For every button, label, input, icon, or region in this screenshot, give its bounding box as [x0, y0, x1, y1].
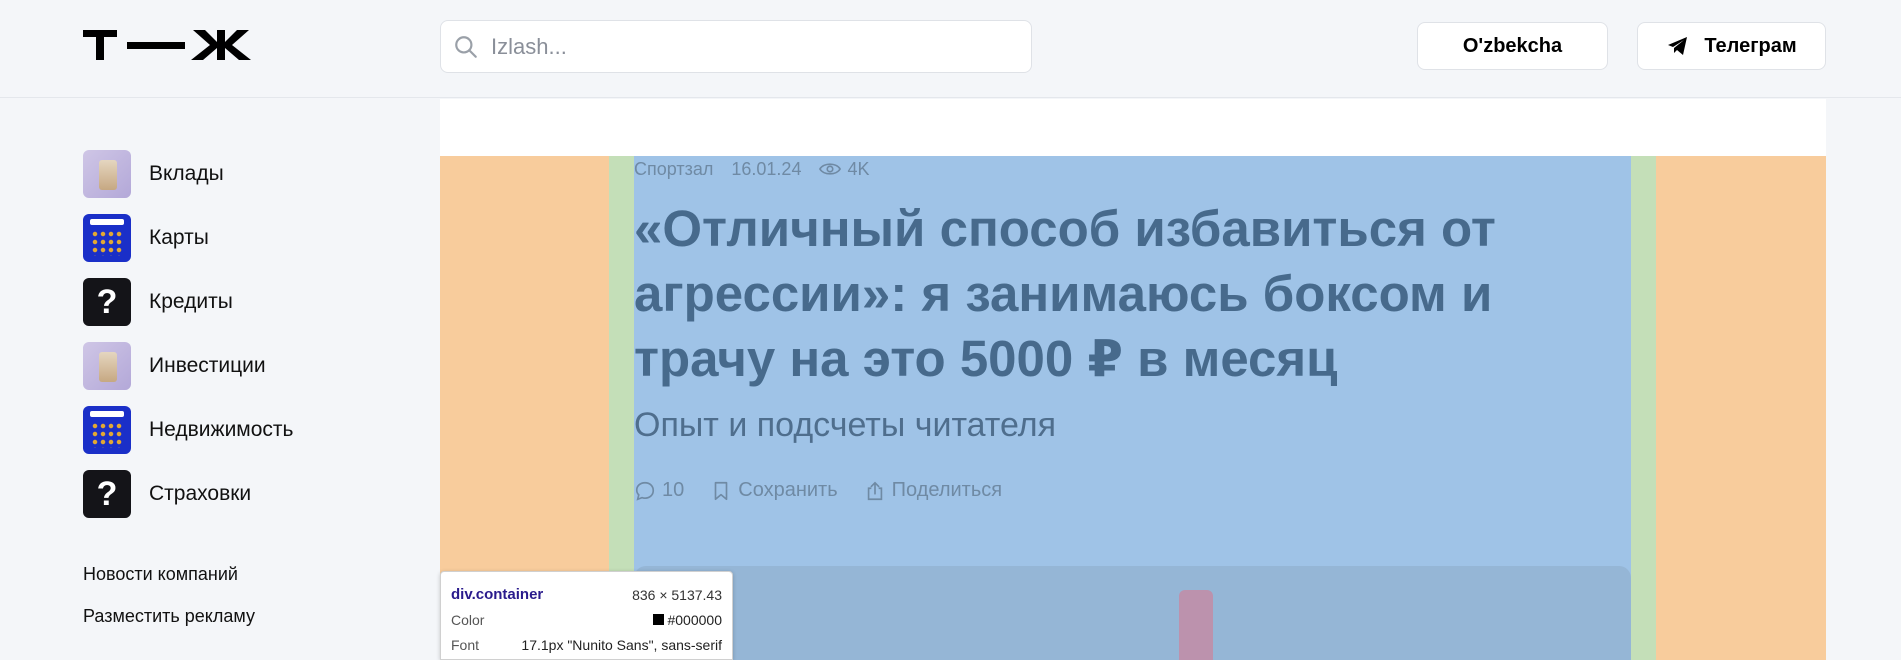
sidebar-item-label: Страховки: [149, 482, 252, 505]
sidebar-item-investments[interactable]: Инвестиции: [83, 342, 403, 390]
inspector-element-row: div.container 836 × 5137.43: [451, 582, 722, 607]
calculator-icon: [83, 214, 131, 262]
company-news-link[interactable]: Новости компаний: [83, 564, 403, 585]
inspector-font-key: Font: [451, 636, 480, 653]
article-subtitle: Опыт и подсчеты читателя: [634, 406, 1057, 444]
comment-icon: [635, 481, 655, 501]
inspector-element-name: div.container: [451, 586, 543, 603]
save-button[interactable]: Сохранить: [710, 479, 838, 502]
language-button-label: O'zbekcha: [1462, 34, 1563, 57]
gift-bag-icon: [83, 150, 131, 198]
share-icon: [867, 481, 882, 500]
sidebar-item-realty[interactable]: Недвижимость: [83, 406, 403, 454]
sidebar-links: Новости компаний Разместить рекламу: [83, 564, 403, 627]
search-box[interactable]: [440, 20, 1032, 73]
inspector-class: .container: [471, 586, 544, 603]
calculator-icon: [83, 406, 131, 454]
inspector-color-value: #000000: [667, 611, 722, 628]
tj-logo-icon[interactable]: [83, 30, 251, 62]
inspector-color-value-wrap: #000000: [653, 612, 722, 628]
sidebar-item-label: Недвижимость: [149, 418, 294, 441]
inspector-tag: div: [451, 586, 472, 603]
sidebar-item-credits[interactable]: ? Кредиты: [83, 278, 403, 326]
bookmark-icon: [714, 481, 728, 500]
sidebar-item-label: Карты: [149, 226, 209, 249]
advertise-link[interactable]: Разместить рекламу: [83, 606, 403, 627]
site-header: O'zbekcha Телеграм: [0, 0, 1901, 98]
sidebar-item-label: Вклады: [149, 162, 224, 185]
article-meta: Спортзал 16.01.24 4K: [634, 157, 888, 181]
save-button-label: Сохранить: [738, 479, 838, 501]
question-icon: ?: [83, 470, 131, 518]
inspector-font-row: Font 17.1px "Nunito Sans", sans-serif: [451, 632, 722, 657]
inspector-color-row: Color #000000: [451, 607, 722, 632]
article-category[interactable]: Спортзал: [634, 159, 713, 180]
gift-bag-icon: [83, 342, 131, 390]
sidebar-item-label: Инвестиции: [149, 354, 266, 377]
language-button[interactable]: O'zbekcha: [1417, 22, 1608, 70]
telegram-icon: [1668, 37, 1688, 55]
sidebar-item-cards[interactable]: Карты: [83, 214, 403, 262]
comments-count: 10: [662, 479, 685, 501]
question-icon: ?: [83, 278, 131, 326]
inspector-color-key: Color: [451, 611, 485, 628]
color-swatch-icon: [653, 614, 665, 625]
inspector-font-value: 17.1px "Nunito Sans", sans-serif: [521, 636, 722, 653]
article-actions: 10 Сохранить Поделиться: [634, 479, 1028, 502]
search-icon: [455, 35, 477, 58]
share-button[interactable]: Поделиться: [864, 479, 1002, 502]
telegram-button-label: Телеграм: [1704, 34, 1797, 57]
article-cover-image: [634, 566, 1631, 660]
telegram-button[interactable]: Телеграм: [1637, 22, 1826, 70]
eye-icon: [819, 163, 842, 175]
banner-strip: [440, 99, 1826, 156]
share-button-label: Поделиться: [891, 479, 1003, 501]
inspector-padding-highlight-right: [1631, 156, 1656, 660]
article-date: 16.01.24: [731, 158, 802, 179]
article-views: 4K: [847, 158, 870, 179]
search-input[interactable]: [491, 33, 1011, 60]
sidebar-item-insurance[interactable]: ? Страховки: [83, 470, 403, 518]
sidebar-item-deposits[interactable]: Вклады: [83, 150, 403, 198]
comments-button[interactable]: 10: [634, 479, 684, 502]
inspector-dimensions: 836 × 5137.43: [632, 586, 722, 603]
sidebar: Вклады Карты ? Кредиты Инвестиции Недвиж…: [83, 150, 403, 648]
article-title: «Отличный способ избавиться от агрессии»…: [634, 200, 1496, 387]
inspector-tooltip: div.container 836 × 5137.43 Color #00000…: [440, 571, 733, 660]
sidebar-item-label: Кредиты: [149, 290, 233, 313]
cover-image-object: [1179, 590, 1213, 660]
